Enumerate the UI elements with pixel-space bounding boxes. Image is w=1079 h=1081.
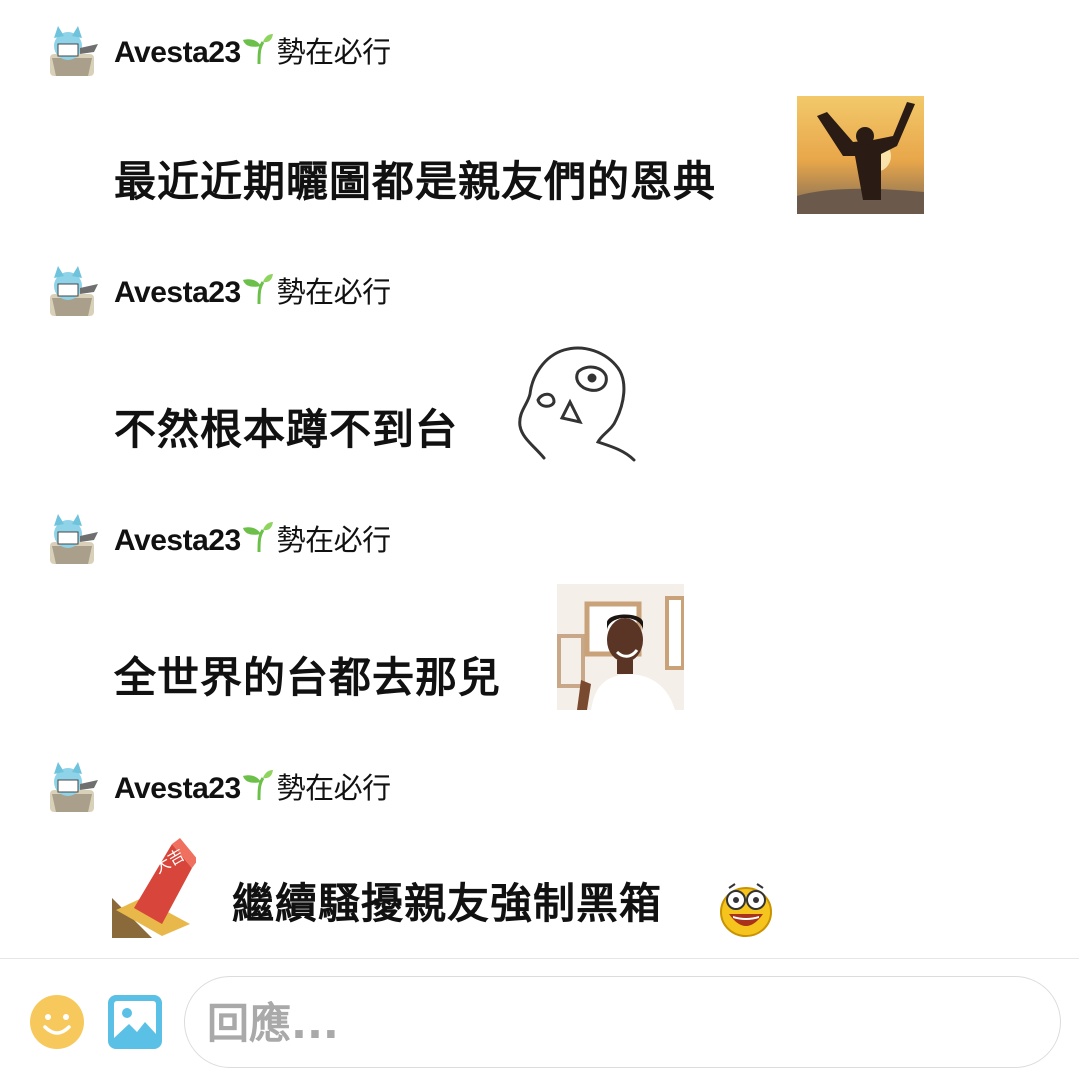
excited-face-emoji [720,883,772,937]
message-text: 全世界的台都去那兒 [114,653,502,702]
reply-input[interactable] [205,991,1029,1055]
reply-box[interactable] [184,976,1061,1068]
author-name[interactable]: Avesta23 勢在必行 [114,272,391,311]
user-avatar[interactable] [44,760,100,816]
message-text: 繼續騷擾親友強制黑箱 [232,879,663,928]
sprout-icon [242,34,273,65]
omikuji-stamp-sticker: 大吉 [112,838,196,938]
smiley-icon[interactable] [29,994,85,1050]
raised-arms-sunset-sticker [797,96,924,214]
user-avatar[interactable] [44,512,100,568]
sprout-icon [242,274,273,305]
composer-divider [0,958,1079,959]
message-text: 不然根本蹲不到台 [114,405,459,454]
author-name[interactable]: Avesta23 勢在必行 [114,768,391,807]
sprout-icon [242,770,273,801]
sprout-icon [242,522,273,553]
author-name[interactable]: Avesta23 勢在必行 [114,32,391,71]
image-icon[interactable] [107,994,163,1050]
sketch-face-sticker [518,346,636,462]
author-name[interactable]: Avesta23 勢在必行 [114,520,391,559]
user-avatar[interactable] [44,264,100,320]
looking-around-man-sticker [557,584,684,710]
user-avatar[interactable] [44,24,100,80]
message-text: 最近近期曬圖都是親友們的恩典 [114,157,717,206]
